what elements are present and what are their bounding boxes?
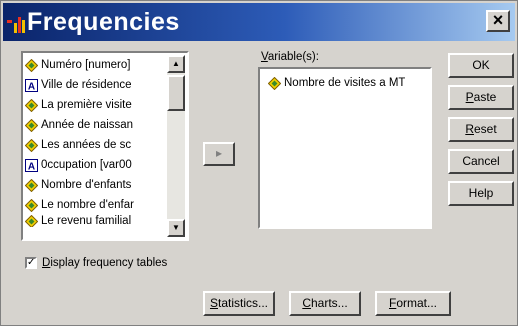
variables-label: Variable(s): [261, 51, 319, 63]
scale-variable-icon [268, 76, 281, 90]
list-item[interactable]: A Ville de résidence [25, 75, 165, 95]
scale-variable-icon [25, 198, 38, 212]
frequencies-dialog: Frequencies × Numéro [numero] A Ville de r… [0, 0, 518, 326]
scroll-up-button[interactable]: ▲ [167, 55, 185, 73]
svg-text:A: A [28, 161, 35, 172]
list-item-label: Le revenu familial [41, 215, 132, 227]
svg-text:A: A [28, 81, 35, 92]
scale-variable-icon [25, 98, 38, 112]
list-item-label: Ville de résidence [41, 79, 132, 91]
ok-button[interactable]: OK [448, 53, 514, 78]
statistics-button[interactable]: Statistics... [203, 291, 275, 316]
display-frequency-tables-checkbox[interactable]: ✓ [25, 257, 37, 269]
move-variable-button[interactable]: ▸ [203, 142, 235, 166]
scale-variable-icon [25, 58, 38, 72]
check-mark-icon: ✓ [27, 257, 36, 268]
scale-variable-icon [25, 215, 38, 227]
list-item-label: 0ccupation [var00 [41, 159, 132, 171]
help-button[interactable]: Help [448, 181, 514, 206]
list-item[interactable]: Les années de sc [25, 135, 165, 155]
list-item-label: Le nombre d'enfar [41, 199, 134, 211]
scroll-up-icon: ▲ [172, 59, 180, 68]
selected-variables-list[interactable]: Nombre de visites a MT [258, 67, 432, 229]
format-button[interactable]: Format... [375, 291, 451, 316]
list-item[interactable]: Nombre de visites a MT [268, 73, 405, 93]
list-item[interactable]: Le nombre d'enfar [25, 195, 165, 215]
list-item-label: La première visite [41, 99, 132, 111]
string-variable-icon: A [25, 158, 38, 172]
paste-button[interactable]: Paste [448, 85, 514, 110]
close-icon: × [492, 10, 504, 30]
source-variable-items: Numéro [numero] A Ville de résidence La pre… [25, 55, 165, 227]
scale-variable-icon [25, 178, 38, 192]
reset-button[interactable]: Reset [448, 117, 514, 142]
source-list-scrollbar[interactable]: ▲ ▼ [167, 55, 185, 237]
selected-variables-items: Nombre de visites a MT [268, 73, 405, 93]
scroll-thumb[interactable] [167, 75, 185, 111]
list-item-label: Numéro [numero] [41, 59, 131, 71]
dialog-title: Frequencies [27, 8, 180, 36]
list-item-label: Nombre d'enfants [41, 179, 132, 191]
scroll-down-button[interactable]: ▼ [167, 219, 185, 237]
arrow-right-icon: ▸ [215, 146, 223, 160]
frequencies-app-icon [7, 17, 25, 33]
list-item[interactable]: Nombre d'enfants [25, 175, 165, 195]
list-item[interactable]: La première visite [25, 95, 165, 115]
scale-variable-icon [25, 138, 38, 152]
list-item-label: Année de naissan [41, 119, 134, 131]
string-variable-icon: A [25, 78, 38, 92]
list-item[interactable]: A 0ccupation [var00 [25, 155, 165, 175]
list-item[interactable]: Le revenu familial [25, 215, 165, 227]
source-variable-list[interactable]: Numéro [numero] A Ville de résidence La pre… [21, 51, 189, 241]
scale-variable-icon [25, 118, 38, 132]
list-item-label: Nombre de visites a MT [284, 77, 406, 89]
title-bar[interactable]: Frequencies × [3, 3, 515, 41]
charts-button[interactable]: Charts... [289, 291, 361, 316]
list-item[interactable]: Année de naissan [25, 115, 165, 135]
close-button[interactable]: × [486, 10, 510, 32]
display-frequency-tables-label[interactable]: Display frequency tables [42, 257, 167, 269]
list-item[interactable]: Numéro [numero] [25, 55, 165, 75]
list-item-label: Les années de sc [41, 139, 132, 151]
cancel-button[interactable]: Cancel [448, 149, 514, 174]
scroll-down-icon: ▼ [172, 223, 180, 232]
